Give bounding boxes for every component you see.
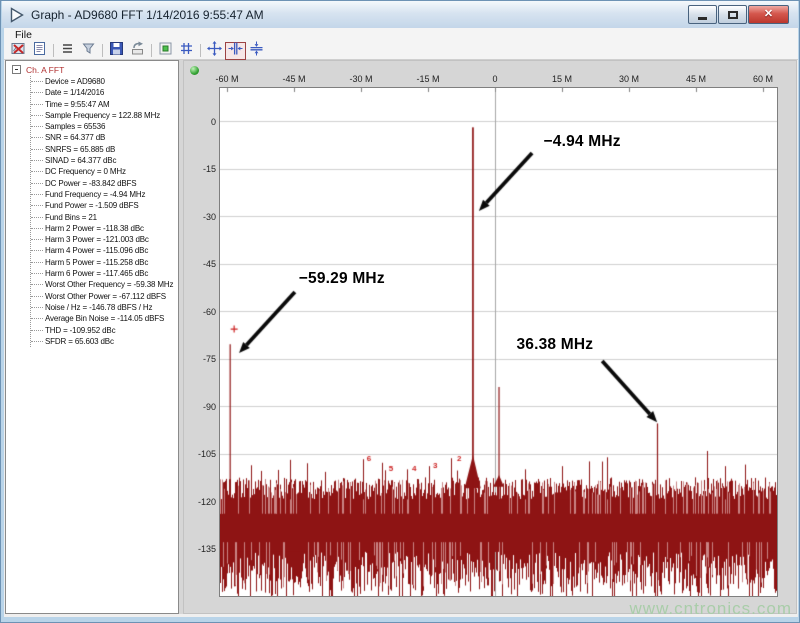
x-axis-tick-label: 15 M	[552, 74, 572, 84]
collapse-expander-icon[interactable]	[12, 65, 21, 74]
annotation-fundamental: −4.94 MHz	[544, 133, 621, 151]
zoom-fit-icon	[207, 41, 222, 61]
tree-item[interactable]: SINAD = 64.377 dBc	[31, 155, 178, 166]
toolbar-separator	[200, 44, 201, 57]
tree-item[interactable]: Worst Other Frequency = -59.38 MHz	[31, 279, 178, 290]
play-triangle-icon	[9, 7, 25, 23]
export-button[interactable]	[127, 42, 148, 60]
marker-color-button[interactable]	[155, 42, 176, 60]
y-axis-tick-label: -120	[186, 497, 216, 507]
tree-item[interactable]: Average Bin Noise = -114.05 dBFS	[31, 313, 178, 324]
tree-item[interactable]: Harm 5 Power = -115.258 dBc	[31, 257, 178, 268]
list-icon	[60, 41, 75, 61]
x-axis-tick-label: 45 M	[686, 74, 706, 84]
minimize-icon	[698, 17, 707, 20]
tree-item[interactable]: Date = 1/14/2016	[31, 87, 178, 98]
tree-item[interactable]: Harm 3 Power = -121.003 dBc	[31, 234, 178, 245]
split-vertical-icon	[228, 41, 243, 61]
window-title: Graph - AD9680 FFT 1/14/2016 9:55:47 AM	[31, 8, 264, 22]
chart-panel: -60 M -45 M -30 M -15 M 0 15 M 30 M 45 M 60 M 0 -…	[183, 60, 797, 614]
tree-item[interactable]: SNRFS = 65.885 dB	[31, 144, 178, 155]
maximize-icon	[728, 11, 738, 19]
tree-item[interactable]: Sample Frequency = 122.88 MHz	[31, 110, 178, 121]
tree-items-list: Device = AD9680Date = 1/14/2016Time = 9:…	[30, 76, 178, 347]
x-axis-tick-label: -15 M	[416, 74, 439, 84]
tree-item[interactable]: Harm 2 Power = -118.38 dBc	[31, 223, 178, 234]
clear-graph-icon	[11, 41, 26, 61]
split-horizontal-icon	[249, 41, 264, 61]
x-axis-tick-label: -60 M	[215, 74, 238, 84]
legend-list-button[interactable]	[57, 42, 78, 60]
window-controls: ✕	[688, 5, 789, 24]
window: Graph - AD9680 FFT 1/14/2016 9:55:47 AM …	[0, 0, 800, 623]
tree-item[interactable]: SFDR = 65.603 dBc	[31, 336, 178, 347]
maximize-button[interactable]	[718, 5, 747, 24]
y-axis-tick-label: -30	[186, 212, 216, 222]
x-axis-tick-label: -45 M	[282, 74, 305, 84]
x-axis-tick-label: 0	[492, 74, 497, 84]
toolbar-separator	[102, 44, 103, 57]
status-led-icon	[190, 66, 199, 75]
x-axis-tick-label: 30 M	[619, 74, 639, 84]
grid-icon	[179, 41, 194, 61]
y-axis-tick-label: -90	[186, 402, 216, 412]
watermark: www.cntronics.com	[630, 599, 792, 619]
marker-color-icon	[158, 41, 173, 61]
x-axis-tick-label: -30 M	[349, 74, 372, 84]
split-horizontal-button[interactable]	[246, 42, 267, 60]
annotation-interleaving-spur: 36.38 MHz	[516, 336, 593, 354]
y-axis-tick-label: -60	[186, 307, 216, 317]
x-axis-tick-label: 60 M	[753, 74, 773, 84]
close-button[interactable]: ✕	[748, 5, 789, 24]
export-icon	[130, 41, 145, 61]
y-axis-tick-label: -75	[186, 354, 216, 364]
tree-item[interactable]: Fund Frequency = -4.94 MHz	[31, 189, 178, 200]
y-axis-tick-label: -135	[186, 544, 216, 554]
tree-root-label: Ch. A FFT	[26, 65, 64, 75]
tree-item[interactable]: Device = AD9680	[31, 76, 178, 87]
toolbar-separator	[151, 44, 152, 57]
tree-item[interactable]: Fund Power = -1.509 dBFS	[31, 200, 178, 211]
tree-item[interactable]: Noise / Hz = -146.78 dBFS / Hz	[31, 302, 178, 313]
content-area: Ch. A FFT Device = AD9680Date = 1/14/201…	[5, 60, 797, 614]
tree-item[interactable]: Harm 4 Power = -115.096 dBc	[31, 245, 178, 256]
y-axis-tick-label: -45	[186, 259, 216, 269]
report-icon	[32, 41, 47, 61]
toolbar	[4, 42, 798, 60]
save-icon	[109, 41, 124, 61]
split-vertical-button[interactable]	[225, 42, 246, 60]
tree-item[interactable]: Fund Bins = 21	[31, 212, 178, 223]
title-bar[interactable]: Graph - AD9680 FFT 1/14/2016 9:55:47 AM …	[2, 1, 798, 28]
toggle-grid-button[interactable]	[176, 42, 197, 60]
close-icon: ✕	[764, 9, 773, 20]
minimize-button[interactable]	[688, 5, 717, 24]
tree-item[interactable]: Samples = 65536	[31, 121, 178, 132]
menu-file[interactable]: File	[11, 29, 36, 41]
tree-item[interactable]: THD = -109.952 dBc	[31, 325, 178, 336]
y-axis-tick-label: -105	[186, 449, 216, 459]
client-area: File Ch. A FFT Device = AD9680Date = 1/1…	[4, 28, 798, 617]
tree-item[interactable]: DC Power = -83.842 dBFS	[31, 178, 178, 189]
tree-root-node[interactable]: Ch. A FFT	[6, 64, 178, 75]
tree-item[interactable]: Harm 6 Power = -117.465 dBc	[31, 268, 178, 279]
parameters-tree-panel: Ch. A FFT Device = AD9680Date = 1/14/201…	[5, 60, 179, 614]
filter-icon	[81, 41, 96, 61]
zoom-fit-button[interactable]	[204, 42, 225, 60]
clear-graph-button[interactable]	[8, 42, 29, 60]
tree-item[interactable]: SNR = 64.377 dB	[31, 132, 178, 143]
filter-button[interactable]	[78, 42, 99, 60]
y-axis-tick-label: 0	[186, 117, 216, 127]
toolbar-separator	[53, 44, 54, 57]
tree-item[interactable]: DC Frequency = 0 MHz	[31, 166, 178, 177]
report-button[interactable]	[29, 42, 50, 60]
y-axis-tick-label: -15	[186, 164, 216, 174]
plot-area[interactable]	[219, 87, 778, 597]
tree-item[interactable]: Worst Other Power = -67.112 dBFS	[31, 291, 178, 302]
fft-spectrum-canvas[interactable]	[220, 88, 777, 596]
save-button[interactable]	[106, 42, 127, 60]
annotation-worst-other-spur: −59.29 MHz	[299, 270, 385, 288]
tree-item[interactable]: Time = 9:55:47 AM	[31, 99, 178, 110]
